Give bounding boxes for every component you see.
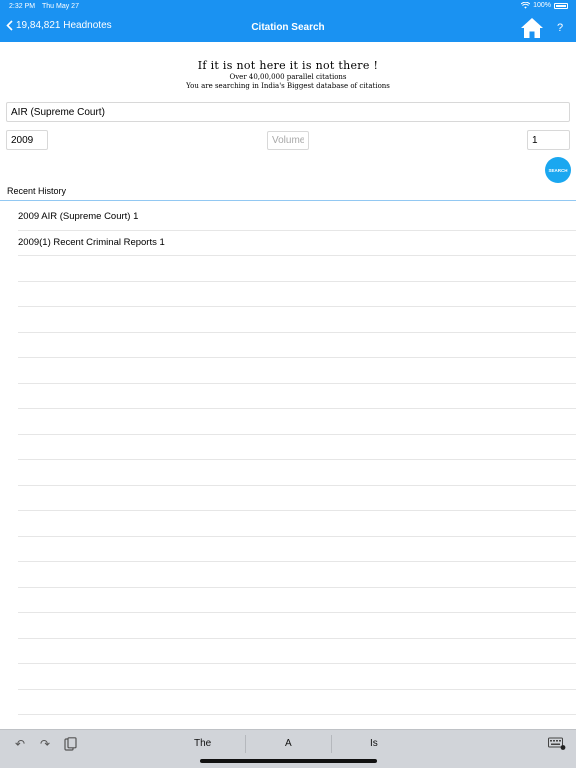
tagline-headline: If it is not here it is not there ! <box>197 59 379 72</box>
empty-row <box>18 486 576 511</box>
history-item[interactable]: 2009 AIR (Supreme Court) 1 <box>18 205 576 231</box>
empty-row <box>18 409 576 435</box>
empty-row <box>18 307 576 333</box>
suggestion-a[interactable]: A <box>285 738 292 749</box>
empty-row <box>18 664 576 690</box>
empty-row <box>18 460 576 486</box>
keyboard-shape <box>548 737 566 750</box>
empty-row <box>18 690 576 715</box>
tagline-description: You are searching in India's Biggest dat… <box>186 82 390 90</box>
home-icon <box>521 18 543 38</box>
tagline: If it is not here it is not there ! Over… <box>0 59 576 90</box>
status-time: 2:32 PM <box>9 3 36 10</box>
search-button-label: SEARCH <box>548 167 568 173</box>
home-button[interactable] <box>520 17 544 39</box>
wifi-icon <box>521 2 531 9</box>
empty-row <box>18 639 576 664</box>
recent-history-divider <box>0 200 576 201</box>
search-button[interactable]: SEARCH <box>545 157 571 183</box>
keyboard-hide-icon[interactable] <box>548 737 566 751</box>
suggestion-the[interactable]: The <box>194 738 211 749</box>
suggestion-divider <box>331 735 332 753</box>
clipboard-shape <box>63 737 77 751</box>
undo-icon[interactable]: ↶ <box>13 737 27 751</box>
empty-row <box>18 333 576 358</box>
empty-row <box>18 358 576 384</box>
chevron-left-icon <box>6 20 13 31</box>
status-bar: 2:32 PM Thu May 27 100% <box>0 0 576 14</box>
empty-row <box>18 537 576 562</box>
battery-icon <box>554 2 568 9</box>
empty-row <box>18 511 576 537</box>
battery-percent: 100% <box>533 2 551 9</box>
back-button[interactable]: 19,84,821 Headnotes <box>6 20 112 31</box>
help-button[interactable]: ? <box>557 22 563 34</box>
back-label: 19,84,821 Headnotes <box>16 20 112 31</box>
page-input[interactable] <box>527 130 570 150</box>
status-date: Thu May 27 <box>42 3 79 10</box>
home-indicator <box>200 759 377 763</box>
year-input[interactable] <box>6 130 48 150</box>
paste-icon[interactable] <box>63 737 77 751</box>
empty-row <box>18 435 576 460</box>
suggestion-divider <box>245 735 246 753</box>
nav-bar: 19,84,821 Headnotes Citation Search ? <box>0 14 576 42</box>
empty-row <box>18 613 576 639</box>
recent-history-label: Recent History <box>7 186 67 196</box>
empty-row <box>18 588 576 613</box>
empty-row <box>18 384 576 409</box>
volume-input[interactable] <box>267 131 309 150</box>
suggestion-is[interactable]: Is <box>370 738 378 749</box>
empty-row <box>18 256 576 282</box>
empty-row <box>18 562 576 588</box>
tagline-subline: Over 40,00,000 parallel citations <box>229 73 347 81</box>
redo-icon[interactable]: ↷ <box>38 737 52 751</box>
empty-row <box>18 282 576 307</box>
recent-history-list: 2009 AIR (Supreme Court) 1 2009(1) Recen… <box>18 205 576 741</box>
status-right: 100% <box>521 2 568 9</box>
history-item[interactable]: 2009(1) Recent Criminal Reports 1 <box>18 231 576 256</box>
court-input[interactable] <box>6 102 570 122</box>
